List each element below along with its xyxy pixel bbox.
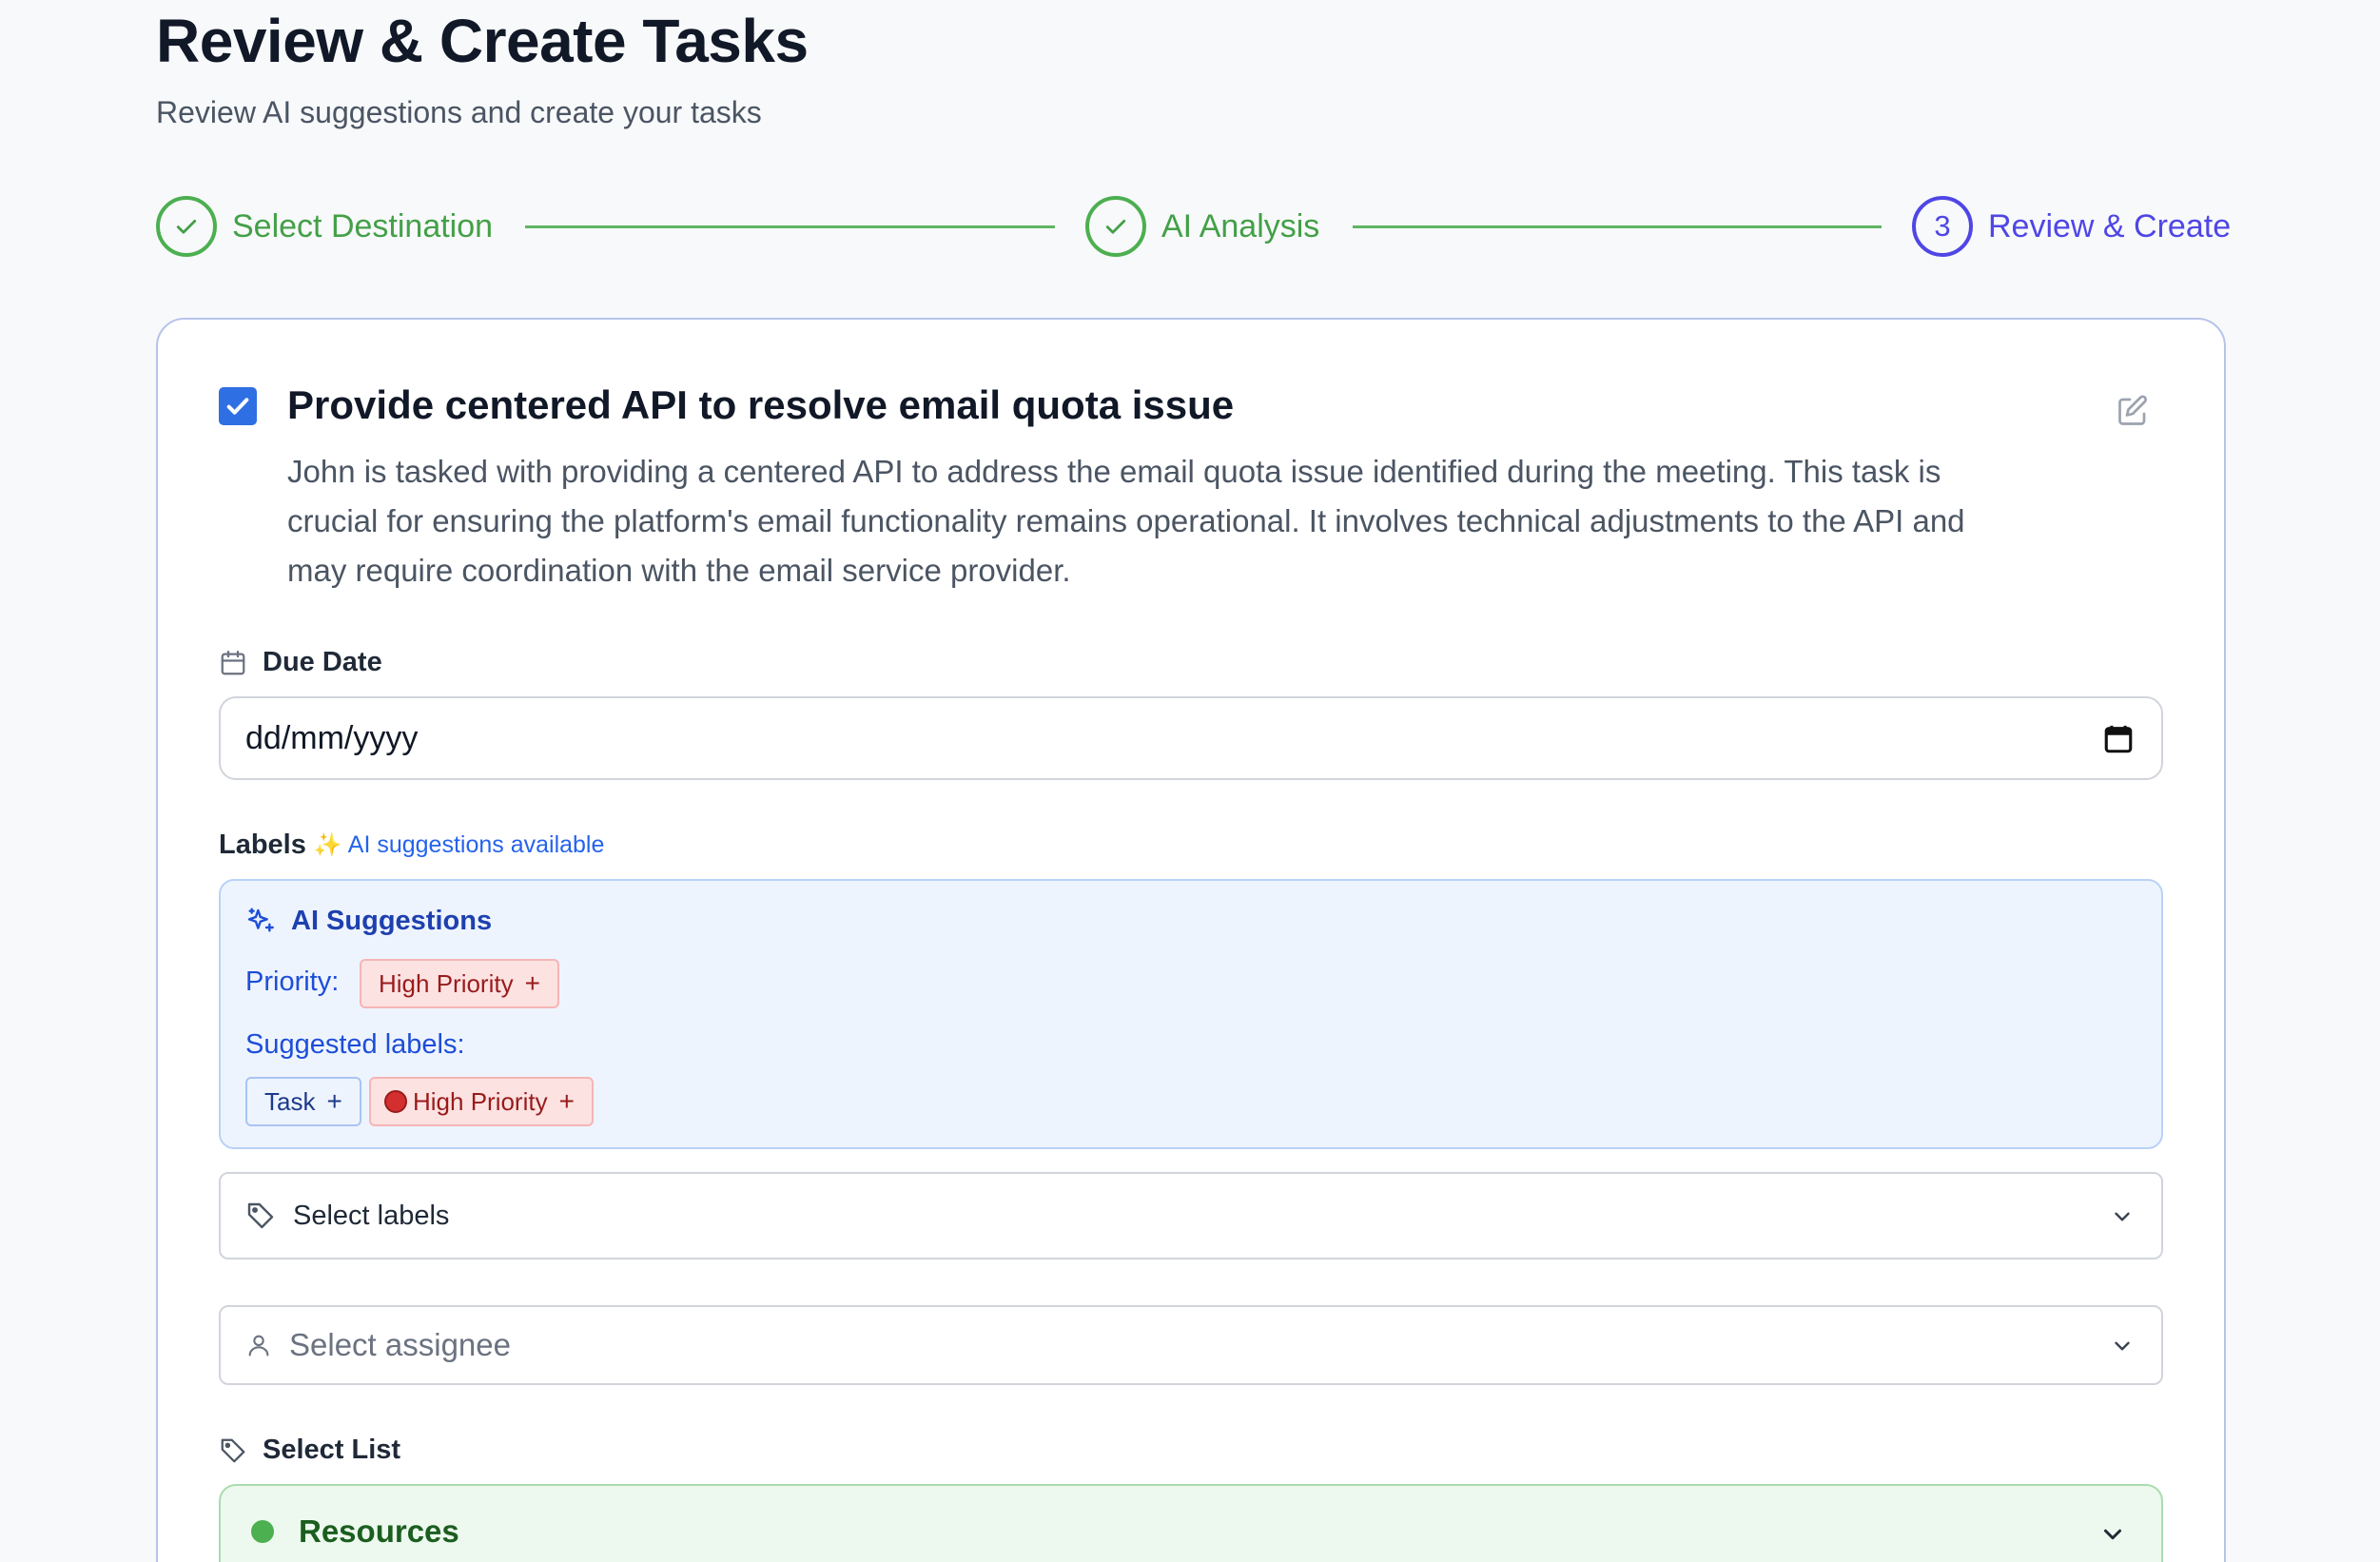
page-title: Review & Create Tasks [156,7,809,75]
selected-list-value: Resources [299,1513,459,1549]
step-label: Review & Create [1988,207,2232,244]
step-ai-analysis[interactable]: AI Analysis [1085,196,1319,257]
page-subtitle: Review AI suggestions and create your ta… [156,95,762,129]
user-icon [248,1335,269,1357]
select-list-label: Select List [219,1435,400,1466]
labels-header: Labels ✨ AI suggestions available [219,830,604,861]
suggested-chip-task[interactable]: Task + [245,1077,361,1126]
chevron-down-icon [2115,1212,2130,1221]
due-date-input[interactable]: dd/mm/yyyy [219,696,2163,780]
tag-icon [247,1202,274,1229]
check-icon [1085,196,1146,257]
sparkle-icon: ✨ [313,832,342,858]
select-labels-placeholder: Select labels [293,1200,450,1231]
suggested-chip-high-priority[interactable]: High Priority + [369,1077,594,1126]
task-select-checkbox[interactable] [219,387,257,425]
step-review-create[interactable]: 3 Review & Create [1912,196,2231,257]
ai-suggestions-header: AI Suggestions [245,906,492,937]
edit-icon[interactable] [2116,394,2150,428]
suggested-labels-label: Suggested labels: [245,1029,465,1060]
due-date-placeholder: dd/mm/yyyy [245,719,419,756]
calendar-picker-icon[interactable] [2102,723,2135,755]
task-description: John is tasked with providing a centered… [287,454,1965,588]
select-list-dropdown[interactable]: Resources [219,1484,2163,1562]
priority-chip-high[interactable]: High Priority + [360,959,559,1008]
status-dot [251,1520,274,1543]
plus-icon: + [326,1086,342,1116]
tag-icon [221,1438,245,1462]
ai-suggestions-hint: AI suggestions available [347,831,605,858]
select-assignee-placeholder: Select assignee [289,1327,511,1362]
task-title: Provide centered API to resolve email qu… [287,382,1235,427]
plus-icon: + [558,1086,575,1116]
review-create-page: Review & Create Tasks Review AI suggesti… [0,0,2380,1562]
step-label: Select Destination [232,207,494,244]
step-connector [1353,225,1882,228]
due-date-label: Due Date [219,647,382,678]
red-circle-icon [384,1090,407,1113]
step-number: 3 [1912,196,1973,257]
sparkles-icon [247,907,274,932]
step-label: AI Analysis [1161,207,1320,244]
chevron-down-icon [2104,1529,2121,1540]
chevron-down-icon [2115,1341,2130,1351]
check-icon [156,196,217,257]
step-select-destination[interactable]: Select Destination [156,196,493,257]
select-assignee-dropdown[interactable]: Select assignee [219,1305,2163,1385]
priority-label: Priority: [245,966,340,997]
calendar-icon [221,650,245,674]
labels-label: Labels [219,830,306,860]
step-connector [525,225,1055,228]
select-labels-dropdown[interactable]: Select labels [219,1172,2163,1259]
plus-icon: + [524,968,540,998]
ai-suggestions-panel: AI Suggestions Priority: High Priority +… [219,879,2163,1149]
